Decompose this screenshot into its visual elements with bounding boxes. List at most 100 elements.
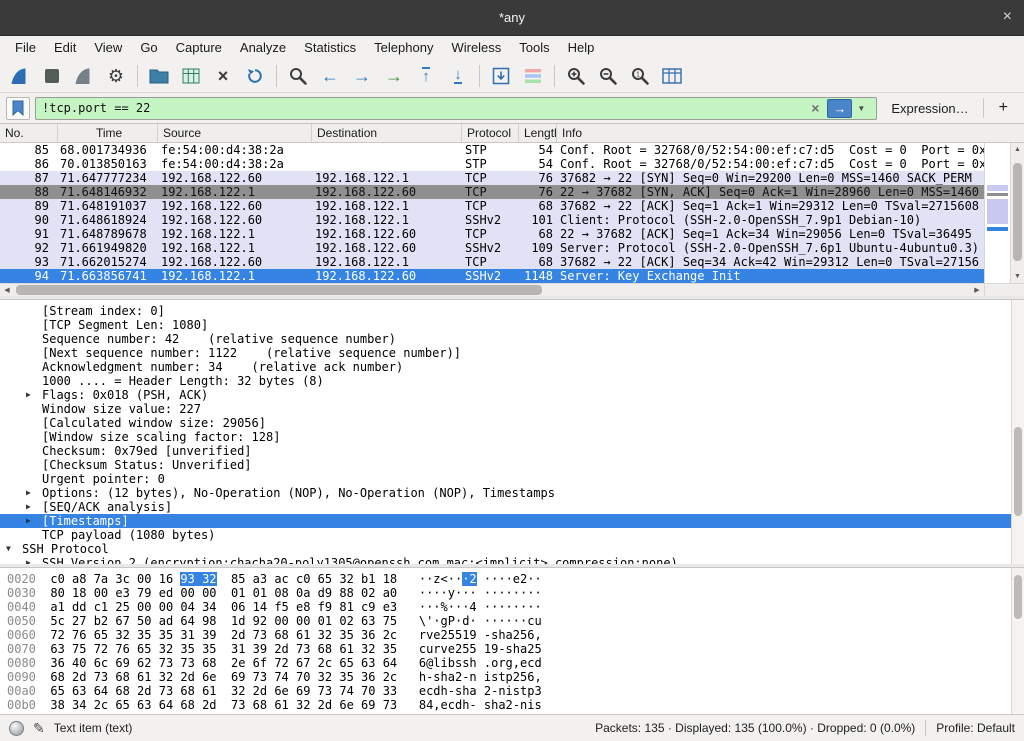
hex-row[interactable]: 0060 72 76 65 32 35 35 31 39 2d 73 68 61… bbox=[0, 628, 1024, 642]
detail-row[interactable]: 1000 .... = Header Length: 32 bytes (8) bbox=[0, 374, 1024, 388]
go-first-button[interactable]: ↑ bbox=[410, 62, 442, 90]
capture-start-button[interactable] bbox=[4, 62, 36, 90]
packet-row[interactable]: 9071.648618924192.168.122.60192.168.122.… bbox=[0, 213, 1024, 227]
reload-button[interactable] bbox=[239, 62, 271, 90]
menu-help[interactable]: Help bbox=[559, 37, 604, 58]
packet-row[interactable]: 9171.648789678192.168.122.1192.168.122.6… bbox=[0, 227, 1024, 241]
vscroll-thumb[interactable] bbox=[1013, 163, 1022, 261]
detail-row[interactable]: Window size value: 227 bbox=[0, 402, 1024, 416]
hex-vscrollbar[interactable] bbox=[1011, 568, 1024, 714]
find-packet-button[interactable] bbox=[282, 62, 314, 90]
expert-info-icon[interactable] bbox=[9, 721, 24, 736]
hscroll-track[interactable] bbox=[14, 284, 970, 296]
close-icon[interactable]: × bbox=[1003, 8, 1012, 26]
menu-view[interactable]: View bbox=[85, 37, 131, 58]
zoom-in-button[interactable] bbox=[560, 62, 592, 90]
filter-bookmark-button[interactable] bbox=[6, 97, 30, 120]
detail-row[interactable]: Sequence number: 42 (relative sequence n… bbox=[0, 332, 1024, 346]
packet-row[interactable]: 8771.647777234192.168.122.60192.168.122.… bbox=[0, 171, 1024, 185]
packet-row[interactable]: 8871.648146932192.168.122.1192.168.122.6… bbox=[0, 185, 1024, 199]
go-forward-button[interactable]: → bbox=[346, 62, 378, 90]
hex-row[interactable]: 0080 36 40 6c 69 62 73 73 68 2e 6f 72 67… bbox=[0, 656, 1024, 670]
packet-row[interactable]: 8670.013850163fe:54:00:d4:38:2aSTP54Conf… bbox=[0, 157, 1024, 171]
expander-icon[interactable]: ▼ bbox=[6, 542, 22, 556]
packet-row[interactable]: 8971.648191037192.168.122.60192.168.122.… bbox=[0, 199, 1024, 213]
menu-capture[interactable]: Capture bbox=[167, 37, 231, 58]
hex-row[interactable]: 00a0 65 63 64 68 2d 73 68 61 32 2d 6e 69… bbox=[0, 684, 1024, 698]
detail-row[interactable]: Urgent pointer: 0 bbox=[0, 472, 1024, 486]
capture-comment-icon[interactable]: ✎ bbox=[33, 720, 45, 737]
scroll-left-icon[interactable]: ◀ bbox=[0, 286, 14, 294]
expander-icon[interactable]: ▶ bbox=[26, 388, 42, 402]
add-filter-button[interactable]: + bbox=[989, 99, 1018, 117]
detail-row[interactable]: [Next sequence number: 1122 (relative se… bbox=[0, 346, 1024, 360]
go-to-packet-button[interactable]: → bbox=[378, 62, 410, 90]
packet-row[interactable]: 9371.662015274192.168.122.60192.168.122.… bbox=[0, 255, 1024, 269]
packet-row[interactable]: 9471.663856741192.168.122.1192.168.122.6… bbox=[0, 269, 1024, 283]
column-header-destination[interactable]: Destination bbox=[312, 124, 462, 142]
packet-row[interactable]: 9271.661949820192.168.122.1192.168.122.6… bbox=[0, 241, 1024, 255]
packet-list-hscrollbar[interactable]: ◀ ▶ bbox=[0, 283, 1024, 296]
menu-telephony[interactable]: Telephony bbox=[365, 37, 442, 58]
detail-row[interactable]: ▶[Timestamps] bbox=[0, 514, 1024, 528]
packet-list-minimap[interactable] bbox=[984, 143, 1010, 283]
title-bar[interactable]: *any × bbox=[0, 0, 1024, 36]
profile-button[interactable]: Profile: Default bbox=[936, 721, 1015, 735]
expander-icon[interactable]: ▶ bbox=[26, 556, 42, 564]
menu-go[interactable]: Go bbox=[131, 37, 166, 58]
capture-restart-button[interactable] bbox=[68, 62, 100, 90]
filter-history-dropdown-icon[interactable]: ▼ bbox=[852, 104, 870, 113]
detail-row[interactable]: TCP payload (1080 bytes) bbox=[0, 528, 1024, 542]
detail-row[interactable]: [Stream index: 0] bbox=[0, 304, 1024, 318]
expander-icon[interactable]: ▶ bbox=[26, 500, 42, 514]
column-header-source[interactable]: Source bbox=[158, 124, 312, 142]
filter-apply-button[interactable]: → bbox=[827, 99, 852, 118]
column-header-info[interactable]: Info bbox=[557, 124, 1024, 142]
capture-stop-button[interactable] bbox=[36, 62, 68, 90]
menu-statistics[interactable]: Statistics bbox=[295, 37, 365, 58]
menu-tools[interactable]: Tools bbox=[510, 37, 558, 58]
file-open-button[interactable] bbox=[143, 62, 175, 90]
expander-icon[interactable]: ▶ bbox=[26, 514, 42, 528]
column-header-time[interactable]: Time bbox=[58, 124, 158, 142]
packet-list-vscrollbar[interactable]: ▲ ▼ bbox=[1010, 143, 1024, 283]
hex-row[interactable]: 0050 5c 27 b2 67 50 ad 64 98 1d 92 00 00… bbox=[0, 614, 1024, 628]
file-save-button[interactable] bbox=[175, 62, 207, 90]
hex-vscroll-thumb[interactable] bbox=[1014, 575, 1022, 619]
vscroll-track[interactable] bbox=[1011, 156, 1024, 270]
menu-file[interactable]: File bbox=[6, 37, 45, 58]
capture-options-button[interactable]: ⚙ bbox=[100, 62, 132, 90]
hex-row[interactable]: 0090 68 2d 73 68 61 32 2d 6e 69 73 74 70… bbox=[0, 670, 1024, 684]
expression-button[interactable]: Expression… bbox=[882, 101, 977, 116]
hex-row[interactable]: 0070 63 75 72 76 65 32 35 35 31 39 2d 73… bbox=[0, 642, 1024, 656]
detail-row[interactable]: [Window size scaling factor: 128] bbox=[0, 430, 1024, 444]
scroll-up-icon[interactable]: ▲ bbox=[1011, 143, 1024, 156]
column-header-no[interactable]: No. bbox=[0, 124, 58, 142]
scroll-right-icon[interactable]: ▶ bbox=[970, 286, 984, 294]
detail-row[interactable]: ▶Options: (12 bytes), No-Operation (NOP)… bbox=[0, 486, 1024, 500]
hex-row[interactable]: 0030 80 18 00 e3 79 ed 00 00 01 01 08 0a… bbox=[0, 586, 1024, 600]
detail-row[interactable]: [Calculated window size: 29056] bbox=[0, 416, 1024, 430]
colorize-button[interactable] bbox=[517, 62, 549, 90]
resize-columns-button[interactable] bbox=[656, 62, 688, 90]
detail-row[interactable]: [Checksum Status: Unverified] bbox=[0, 458, 1024, 472]
go-last-button[interactable]: ↓ bbox=[442, 62, 474, 90]
details-vscrollbar[interactable] bbox=[1011, 300, 1024, 564]
hex-row[interactable]: 00b0 38 34 2c 65 63 64 68 2d 73 68 61 32… bbox=[0, 698, 1024, 712]
detail-row[interactable]: [TCP Segment Len: 1080] bbox=[0, 318, 1024, 332]
file-close-button[interactable]: × bbox=[207, 62, 239, 90]
scroll-down-icon[interactable]: ▼ bbox=[1011, 270, 1024, 283]
filter-input[interactable]: !tcp.port == 22 × → ▼ bbox=[35, 97, 877, 120]
zoom-out-button[interactable] bbox=[592, 62, 624, 90]
column-header-protocol[interactable]: Protocol bbox=[462, 124, 519, 142]
hex-row[interactable]: 0040 a1 dd c1 25 00 00 04 34 06 14 f5 e8… bbox=[0, 600, 1024, 614]
go-back-button[interactable]: ← bbox=[314, 62, 346, 90]
detail-row[interactable]: Acknowledgment number: 34 (relative ack … bbox=[0, 360, 1024, 374]
menu-edit[interactable]: Edit bbox=[45, 37, 85, 58]
hscroll-thumb[interactable] bbox=[16, 285, 542, 295]
detail-row[interactable]: Checksum: 0x79ed [unverified] bbox=[0, 444, 1024, 458]
detail-row[interactable]: ▶[SEQ/ACK analysis] bbox=[0, 500, 1024, 514]
detail-row[interactable]: ▶Flags: 0x018 (PSH, ACK) bbox=[0, 388, 1024, 402]
filter-clear-icon[interactable]: × bbox=[806, 100, 824, 116]
menu-analyze[interactable]: Analyze bbox=[231, 37, 295, 58]
